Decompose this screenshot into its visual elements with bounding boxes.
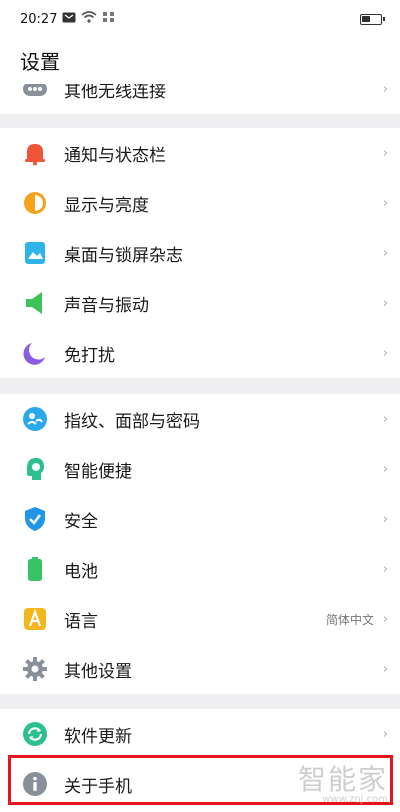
battery-fill [362, 16, 370, 22]
language-icon [22, 606, 48, 632]
speaker-icon [22, 290, 48, 316]
settings-item-label: 免打扰 [64, 345, 115, 366]
chevron-right-icon: › [382, 611, 388, 627]
watermark: 智能家 www.znj.com [298, 758, 388, 805]
group-wireless: 其他无线连接 › [0, 84, 400, 114]
chevron-right-icon: › [382, 84, 388, 97]
chevron-right-icon: › [382, 726, 388, 742]
fingerprint-icon [22, 406, 48, 432]
bell-icon [22, 140, 48, 166]
status-left: 20:27 [20, 11, 116, 27]
settings-item-label: 智能便捷 [64, 461, 132, 482]
settings-item-fingerprint-face-password[interactable]: 指纹、面部与密码 › [0, 394, 400, 444]
settings-item-smart-convenience[interactable]: 智能便捷 › [0, 444, 400, 494]
group-display: 通知与状态栏 › 显示与亮度 › 桌面与锁屏杂志 › 声音与振动 › 免打扰 › [0, 128, 400, 378]
settings-item-language[interactable]: 语言 简体中文 › [0, 594, 400, 644]
settings-item-label: 语言 [64, 611, 98, 632]
settings-item-label: 其他无线连接 [64, 84, 166, 102]
brightness-icon [22, 190, 48, 216]
gear-icon [22, 656, 48, 682]
update-icon [22, 721, 48, 747]
chevron-right-icon: › [382, 511, 388, 527]
chevron-right-icon: › [382, 295, 388, 311]
settings-item-desktop-lockscreen[interactable]: 桌面与锁屏杂志 › [0, 228, 400, 278]
message-icon [62, 12, 76, 27]
settings-item-label: 其他设置 [64, 661, 132, 682]
settings-item-other-settings[interactable]: 其他设置 › [0, 644, 400, 694]
language-value: 简体中文 [325, 612, 374, 627]
settings-item-display-brightness[interactable]: 显示与亮度 › [0, 178, 400, 228]
settings-item-other-wireless[interactable]: 其他无线连接 › [0, 84, 400, 114]
shield-icon [22, 506, 48, 532]
battery-icon [22, 556, 48, 582]
status-time: 20:27 [20, 11, 58, 27]
settings-item-label: 通知与状态栏 [64, 145, 166, 166]
battery-icon [360, 14, 385, 25]
settings-item-label: 声音与振动 [64, 295, 149, 316]
settings-header: 设置 [0, 40, 400, 84]
settings-item-do-not-disturb[interactable]: 免打扰 › [0, 328, 400, 378]
settings-item-label: 指纹、面部与密码 [64, 411, 200, 432]
settings-item-label: 电池 [64, 561, 98, 582]
settings-item-notifications[interactable]: 通知与状态栏 › [0, 128, 400, 178]
settings-item-security[interactable]: 安全 › [0, 494, 400, 544]
chevron-right-icon: › [382, 195, 388, 211]
chevron-right-icon: › [382, 411, 388, 427]
chevron-right-icon: › [382, 345, 388, 361]
chevron-right-icon: › [382, 561, 388, 577]
settings-item-software-update[interactable]: 软件更新 › [0, 709, 400, 759]
chevron-right-icon: › [382, 145, 388, 161]
wifi-icon [81, 11, 97, 27]
smart-head-icon [22, 456, 48, 482]
group-security: 指纹、面部与密码 › 智能便捷 › 安全 › 电池 › 语言 简体中文 › 其他… [0, 394, 400, 694]
watermark-main: 智能家 [297, 763, 388, 796]
more-dots-icon [22, 84, 48, 102]
moon-icon [22, 340, 48, 366]
chevron-right-icon: › [382, 245, 388, 261]
page-title: 设置 [20, 50, 60, 74]
chevron-right-icon: › [382, 661, 388, 677]
settings-item-label: 安全 [64, 511, 98, 532]
settings-item-label: 显示与亮度 [64, 195, 149, 216]
data-speed-icon [102, 11, 116, 27]
settings-item-label: 桌面与锁屏杂志 [64, 245, 183, 266]
settings-item-sound-vibration[interactable]: 声音与振动 › [0, 278, 400, 328]
status-bar: 20:27 [0, 0, 400, 40]
chevron-right-icon: › [382, 461, 388, 477]
settings-item-battery[interactable]: 电池 › [0, 544, 400, 594]
wallpaper-icon [22, 240, 48, 266]
settings-item-label: 软件更新 [64, 726, 132, 747]
